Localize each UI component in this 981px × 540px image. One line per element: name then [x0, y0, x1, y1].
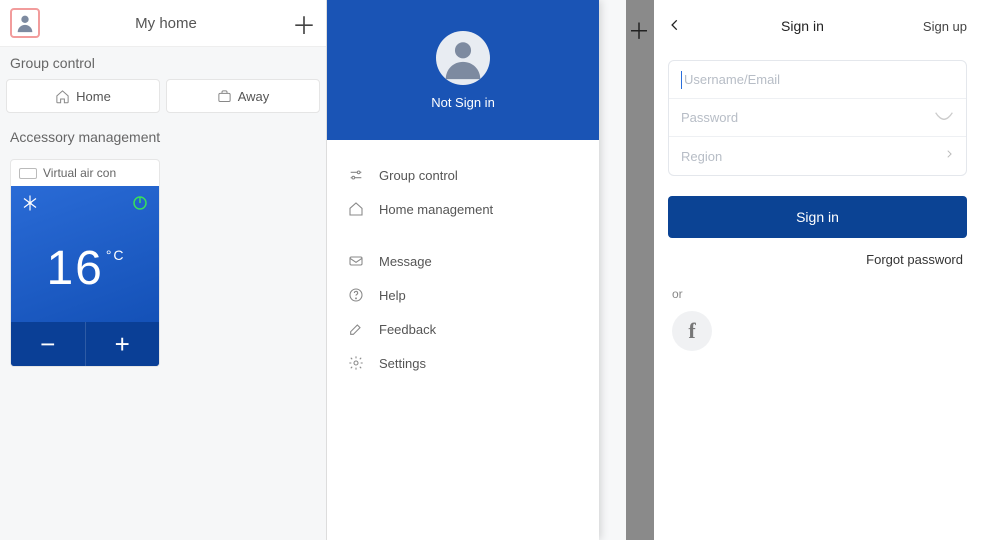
signin-header: Sign in Sign up [654, 6, 981, 46]
menu-label: Settings [379, 356, 426, 371]
device-body: 16°C − + [11, 186, 159, 366]
temperature-display: 16°C [11, 241, 159, 296]
drawer-header[interactable]: Not Sign in [327, 0, 599, 140]
menu-group-control[interactable]: Group control [327, 158, 599, 192]
home-icon [55, 89, 70, 104]
signin-button-label: Sign in [796, 209, 839, 225]
home-title: My home [135, 15, 197, 32]
signin-title: Sign in [682, 18, 923, 34]
drawer-panel: ＋ Not Sign in Group control Home managem… [327, 0, 654, 540]
chevron-left-icon [668, 18, 682, 32]
region-input[interactable] [681, 149, 944, 164]
chevron-right-icon [944, 147, 954, 166]
menu-label: Feedback [379, 322, 436, 337]
help-icon [347, 287, 365, 303]
home-mode-button[interactable]: Home [6, 79, 160, 113]
menu-label: Group control [379, 168, 458, 183]
power-button[interactable] [131, 194, 149, 215]
drawer-scrim[interactable]: ＋ [626, 0, 654, 540]
drawer-menu: Group control Home management Message He… [327, 140, 599, 398]
drawer-avatar [436, 31, 490, 85]
mail-icon [347, 253, 365, 269]
gear-icon [347, 355, 365, 371]
region-field[interactable] [669, 137, 966, 175]
person-icon [14, 12, 36, 34]
facebook-login-button[interactable]: f [672, 311, 712, 351]
device-name: Virtual air con [43, 166, 116, 180]
menu-home-management[interactable]: Home management [327, 192, 599, 226]
menu-feedback[interactable]: Feedback [327, 312, 599, 346]
home-header: My home ＋ [0, 0, 326, 47]
password-field[interactable] [669, 99, 966, 137]
away-mode-button[interactable]: Away [166, 79, 320, 113]
forgot-password-link[interactable]: Forgot password [654, 238, 981, 267]
temperature-controls: − + [11, 322, 159, 366]
text-cursor [681, 71, 682, 89]
sliders-icon [347, 167, 365, 183]
mode-cool-icon [21, 194, 39, 215]
person-icon [440, 35, 486, 81]
group-control-heading: Group control [0, 47, 326, 79]
or-divider: or [654, 267, 981, 311]
signin-panel: Sign in Sign up Sign in Forgot password … [654, 0, 981, 540]
temperature-value: 16 [46, 242, 103, 295]
username-input[interactable] [684, 72, 954, 87]
menu-message[interactable]: Message [327, 244, 599, 278]
accessory-heading: Accessory management [0, 121, 326, 153]
menu-settings[interactable]: Settings [327, 346, 599, 380]
signup-link[interactable]: Sign up [923, 19, 967, 34]
group-control-row: Home Away [0, 79, 326, 121]
home-panel: My home ＋ Group control Home Away Access… [0, 0, 327, 540]
home-icon [347, 201, 365, 217]
facebook-icon: f [688, 318, 695, 344]
sign-in-status: Not Sign in [431, 95, 495, 110]
device-title-row: Virtual air con [11, 160, 159, 186]
briefcase-icon [217, 89, 232, 104]
signin-form [668, 60, 967, 176]
temperature-unit: °C [106, 247, 126, 263]
temp-down-button[interactable]: − [11, 322, 86, 366]
menu-label: Message [379, 254, 432, 269]
device-type-icon [19, 168, 37, 179]
show-password-icon[interactable] [934, 110, 954, 125]
menu-label: Home management [379, 202, 493, 217]
username-field[interactable] [669, 61, 966, 99]
device-card[interactable]: Virtual air con 16°C − + [10, 159, 160, 367]
menu-help[interactable]: Help [327, 278, 599, 312]
add-button-behind: ＋ [628, 14, 650, 46]
side-drawer: Not Sign in Group control Home managemen… [327, 0, 599, 540]
temp-up-button[interactable]: + [86, 322, 160, 366]
away-mode-label: Away [238, 89, 270, 104]
home-mode-label: Home [76, 89, 111, 104]
back-button[interactable] [668, 15, 682, 38]
add-device-button[interactable]: ＋ [292, 6, 316, 41]
menu-label: Help [379, 288, 406, 303]
edit-icon [347, 321, 365, 337]
password-input[interactable] [681, 110, 934, 125]
profile-avatar-button[interactable] [10, 8, 40, 38]
signin-button[interactable]: Sign in [668, 196, 967, 238]
